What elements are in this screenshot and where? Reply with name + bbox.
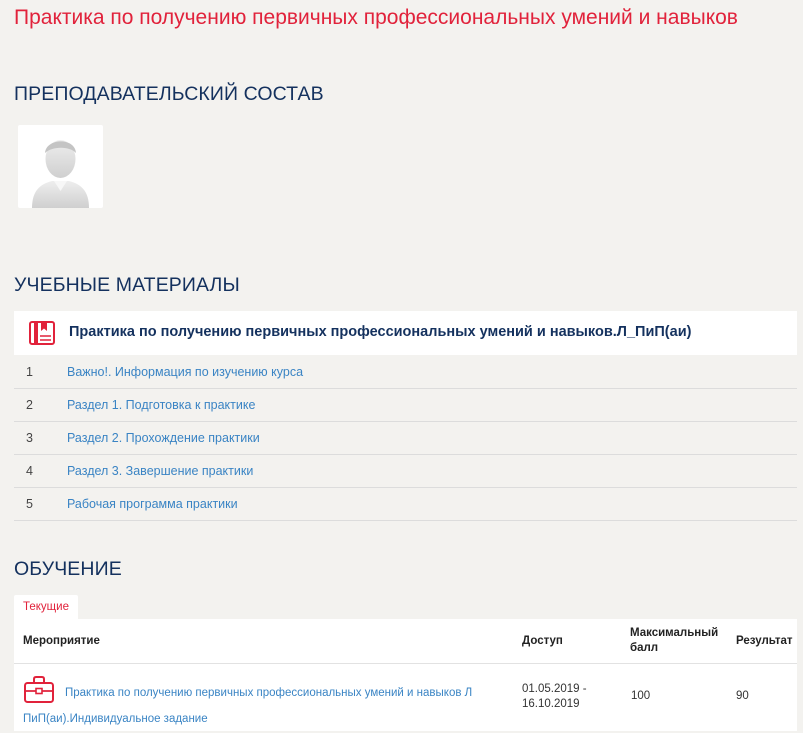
header-divider: [14, 663, 797, 664]
material-link[interactable]: Рабочая программа практики: [67, 497, 238, 511]
education-table: Мероприятие Доступ Максимальный балл Рез…: [14, 619, 797, 731]
section-title-staff: ПРЕПОДАВАТЕЛЬСКИЙ СОСТАВ: [14, 83, 324, 105]
material-link[interactable]: Раздел 3. Завершение практики: [67, 464, 253, 478]
materials-list: 1 Важно!. Информация по изучению курса 2…: [14, 356, 797, 521]
item-number: 1: [26, 365, 33, 379]
materials-course-title: Практика по получению первичных професси…: [69, 324, 692, 340]
access-to: 16.10.2019: [522, 698, 580, 710]
section-title-materials: УЧЕБНЫЕ МАТЕРИАЛЫ: [14, 274, 240, 296]
list-item: 1 Важно!. Информация по изучению курса: [14, 356, 797, 389]
column-header-result: Результат: [736, 635, 793, 647]
materials-header: Практика по получению первичных професси…: [14, 311, 797, 355]
list-item: 5 Рабочая программа практики: [14, 488, 797, 521]
page-title: Практика по получению первичных професси…: [14, 6, 738, 29]
item-number: 5: [26, 497, 33, 511]
item-number: 2: [26, 398, 33, 412]
result-value: 90: [736, 690, 749, 702]
material-link[interactable]: Важно!. Информация по изучению курса: [67, 365, 303, 379]
user-silhouette-icon: [32, 140, 89, 208]
item-number: 4: [26, 464, 33, 478]
list-item: 4 Раздел 3. Завершение практики: [14, 455, 797, 488]
list-item: 3 Раздел 2. Прохождение практики: [14, 422, 797, 455]
list-item: 2 Раздел 1. Подготовка к практике: [14, 389, 797, 422]
access-from: 01.05.2019 -: [522, 683, 587, 695]
item-number: 3: [26, 431, 33, 445]
material-link[interactable]: Раздел 2. Прохождение практики: [67, 431, 260, 445]
tab-current[interactable]: Текущие: [14, 595, 78, 619]
teacher-avatar[interactable]: [18, 125, 103, 208]
max-score-value: 100: [631, 690, 651, 702]
column-header-event: Мероприятие: [23, 635, 100, 647]
book-icon: [28, 320, 56, 351]
section-title-education: ОБУЧЕНИЕ: [14, 558, 122, 580]
column-header-max-score: Максимальный балл: [630, 627, 719, 654]
material-link[interactable]: Раздел 1. Подготовка к практике: [67, 398, 255, 412]
event-link[interactable]: Практика по получению первичных професси…: [23, 680, 493, 732]
column-header-access: Доступ: [522, 635, 563, 647]
